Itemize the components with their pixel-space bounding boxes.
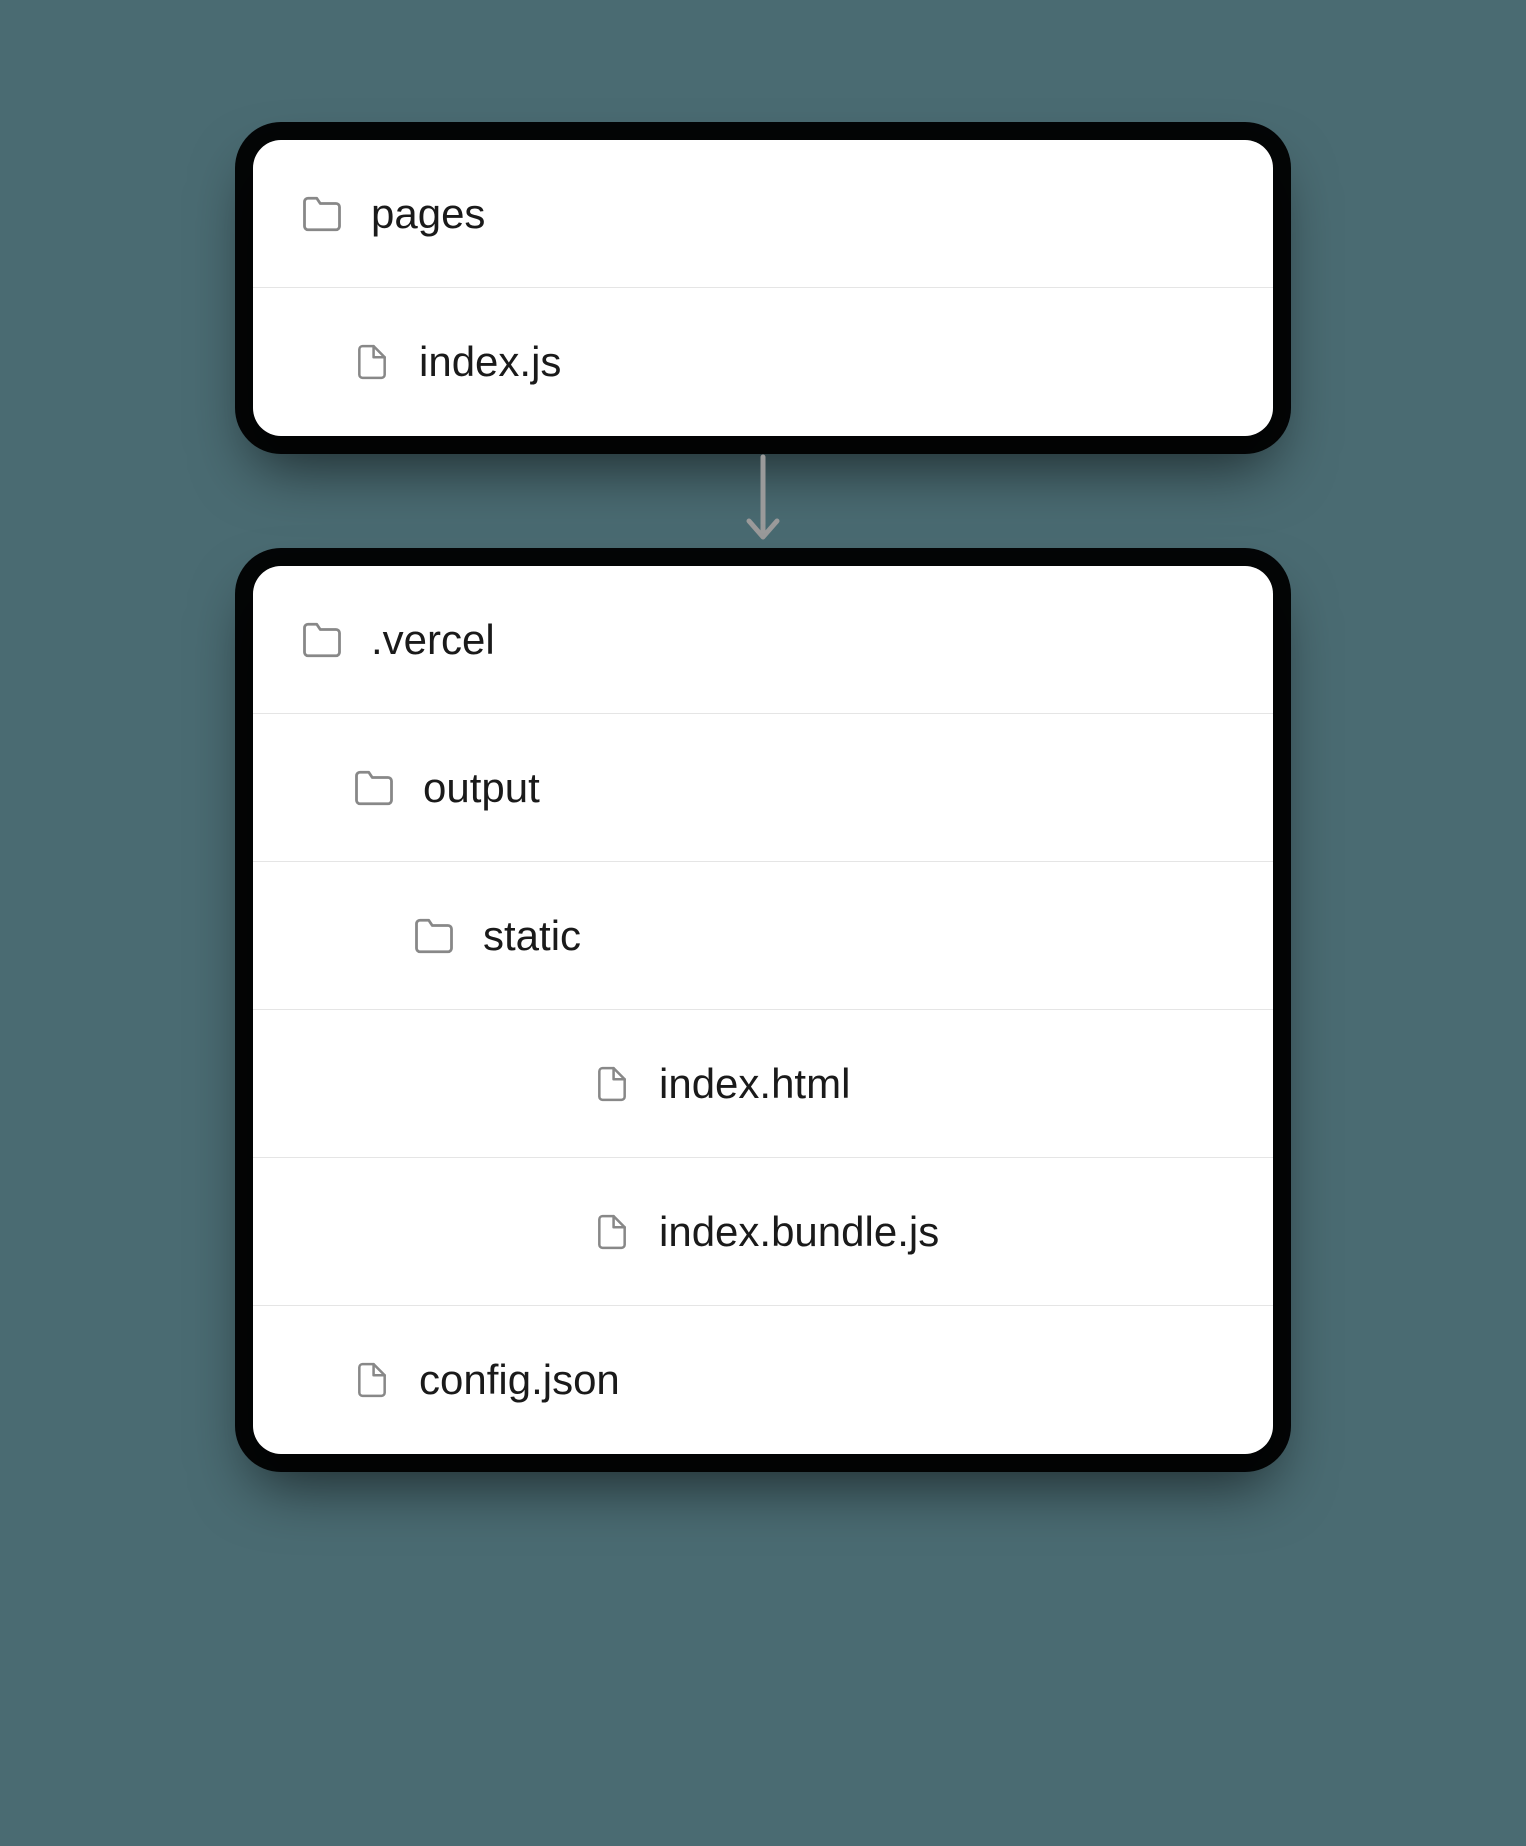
file-icon: [353, 1361, 391, 1399]
tree-row-folder: output: [253, 714, 1273, 862]
tree-item-label: .vercel: [371, 616, 495, 664]
arrow-down-icon: [739, 451, 787, 551]
tree-row-file: index.bundle.js: [253, 1158, 1273, 1306]
tree-item-label: index.bundle.js: [659, 1208, 939, 1256]
folder-icon: [301, 619, 343, 661]
tree-item-label: index.html: [659, 1060, 850, 1108]
file-icon: [353, 343, 391, 381]
tree-row-file: index.js: [253, 288, 1273, 436]
tree-item-label: index.js: [419, 338, 561, 386]
tree-row-file: config.json: [253, 1306, 1273, 1454]
folder-icon: [301, 193, 343, 235]
source-tree-card: pages index.js: [253, 140, 1273, 436]
output-tree-card: .vercel output static index.html: [253, 566, 1273, 1454]
folder-icon: [353, 767, 395, 809]
file-icon: [593, 1065, 631, 1103]
tree-row-file: index.html: [253, 1010, 1273, 1158]
tree-item-label: static: [483, 912, 581, 960]
file-icon: [593, 1213, 631, 1251]
tree-row-folder: static: [253, 862, 1273, 1010]
tree-row-folder: .vercel: [253, 566, 1273, 714]
tree-item-label: pages: [371, 190, 485, 238]
tree-item-label: config.json: [419, 1356, 620, 1404]
tree-row-folder: pages: [253, 140, 1273, 288]
folder-icon: [413, 915, 455, 957]
flow-arrow: [739, 436, 787, 566]
tree-item-label: output: [423, 764, 540, 812]
